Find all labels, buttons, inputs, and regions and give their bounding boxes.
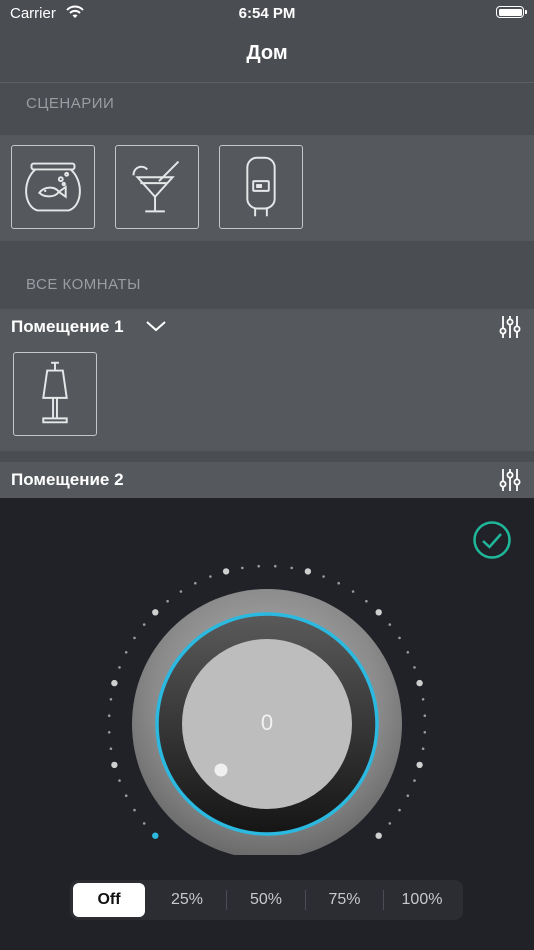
room-1-name: Помещение 1 xyxy=(11,317,124,336)
dial-tick xyxy=(179,590,183,593)
device-lamp-button[interactable] xyxy=(13,352,97,436)
dial-tick xyxy=(337,581,340,585)
fishbowl-icon xyxy=(25,162,81,212)
battery-icon xyxy=(496,6,527,18)
dimmer-value: 0 xyxy=(260,710,274,735)
page-title: Дом xyxy=(246,42,288,64)
dial-position-indicator xyxy=(214,763,228,777)
dial-tick xyxy=(274,564,277,568)
dial-tick xyxy=(416,679,423,687)
dial-tick xyxy=(166,599,169,603)
dial-tick xyxy=(423,731,427,734)
dial-tick xyxy=(109,747,113,750)
level-option-50[interactable]: 50% xyxy=(227,883,305,917)
dial-tick xyxy=(413,779,416,782)
dial-tick xyxy=(209,575,212,578)
room-1-header[interactable]: Помещение 1 xyxy=(0,309,534,345)
dial-tick xyxy=(388,623,392,626)
dial-tick xyxy=(406,651,410,654)
dial-tick xyxy=(111,761,118,769)
table-lamp-icon xyxy=(42,361,68,424)
dial-tick xyxy=(423,714,427,717)
scenes-section-label: СЦЕНАРИИ xyxy=(26,95,115,112)
level-option-25[interactable]: 25% xyxy=(148,883,226,917)
dial-tick xyxy=(375,832,382,839)
dial-tick xyxy=(398,636,401,640)
dial-tick xyxy=(406,794,410,797)
level-option-off[interactable]: Off xyxy=(73,883,145,917)
dial-tick xyxy=(413,666,416,669)
dial-tick xyxy=(365,599,368,603)
confirm-check-icon[interactable] xyxy=(472,520,512,560)
dial-tick xyxy=(109,698,113,701)
room-1-devices xyxy=(0,345,534,451)
dial-tick xyxy=(152,609,159,616)
sliders-settings-icon[interactable] xyxy=(498,314,522,340)
dial-tick xyxy=(118,779,121,782)
dial-tick xyxy=(257,564,260,568)
scene-water-heater-button[interactable] xyxy=(219,145,303,229)
dial-tick xyxy=(322,575,325,578)
dimmer-level-selector: Off 25% 50% 75% 100% xyxy=(70,880,463,920)
dial-tick xyxy=(133,636,136,640)
dial-tick xyxy=(142,623,146,626)
dial-tick xyxy=(241,566,244,570)
water-heater-icon xyxy=(246,156,276,217)
level-option-75[interactable]: 75% xyxy=(306,883,383,917)
dial-tick xyxy=(111,679,118,687)
dial-tick xyxy=(222,568,230,575)
dial-tick xyxy=(304,568,312,575)
dial-tick xyxy=(194,581,197,585)
level-option-100[interactable]: 100% xyxy=(384,883,460,917)
dial-tick xyxy=(142,822,146,825)
rooms-section-label: ВСЕ КОМНАТЫ xyxy=(26,276,141,293)
room-2-name: Помещение 2 xyxy=(11,470,124,489)
dial-tick xyxy=(107,731,111,734)
status-bar: Carrier 6:54 PM xyxy=(0,0,534,30)
dial-tick xyxy=(375,609,382,616)
sliders-settings-icon[interactable] xyxy=(498,467,522,493)
scene-cocktail-button[interactable] xyxy=(115,145,199,229)
dial-tick xyxy=(133,808,136,812)
dial-tick xyxy=(398,808,401,812)
dial-tick xyxy=(351,590,355,593)
dial-tick xyxy=(107,714,111,717)
chevron-down-icon[interactable] xyxy=(145,319,167,333)
scene-fishbowl-button[interactable] xyxy=(11,145,95,229)
dial-tick xyxy=(290,566,293,570)
dial-tick xyxy=(416,761,423,769)
room-2-header[interactable]: Помещение 2 xyxy=(0,462,534,498)
clock: 6:54 PM xyxy=(238,5,296,22)
dial-tick xyxy=(388,822,392,825)
nav-divider xyxy=(0,82,534,83)
cocktail-icon xyxy=(132,160,180,213)
dial-tick xyxy=(118,666,121,669)
scenes-list xyxy=(0,135,534,241)
dial-tick xyxy=(152,832,159,839)
dial-tick xyxy=(124,651,128,654)
dial-tick xyxy=(124,794,128,797)
dial-tick xyxy=(421,698,425,701)
dimmer-knob[interactable] xyxy=(97,555,437,855)
dial-tick xyxy=(421,747,425,750)
